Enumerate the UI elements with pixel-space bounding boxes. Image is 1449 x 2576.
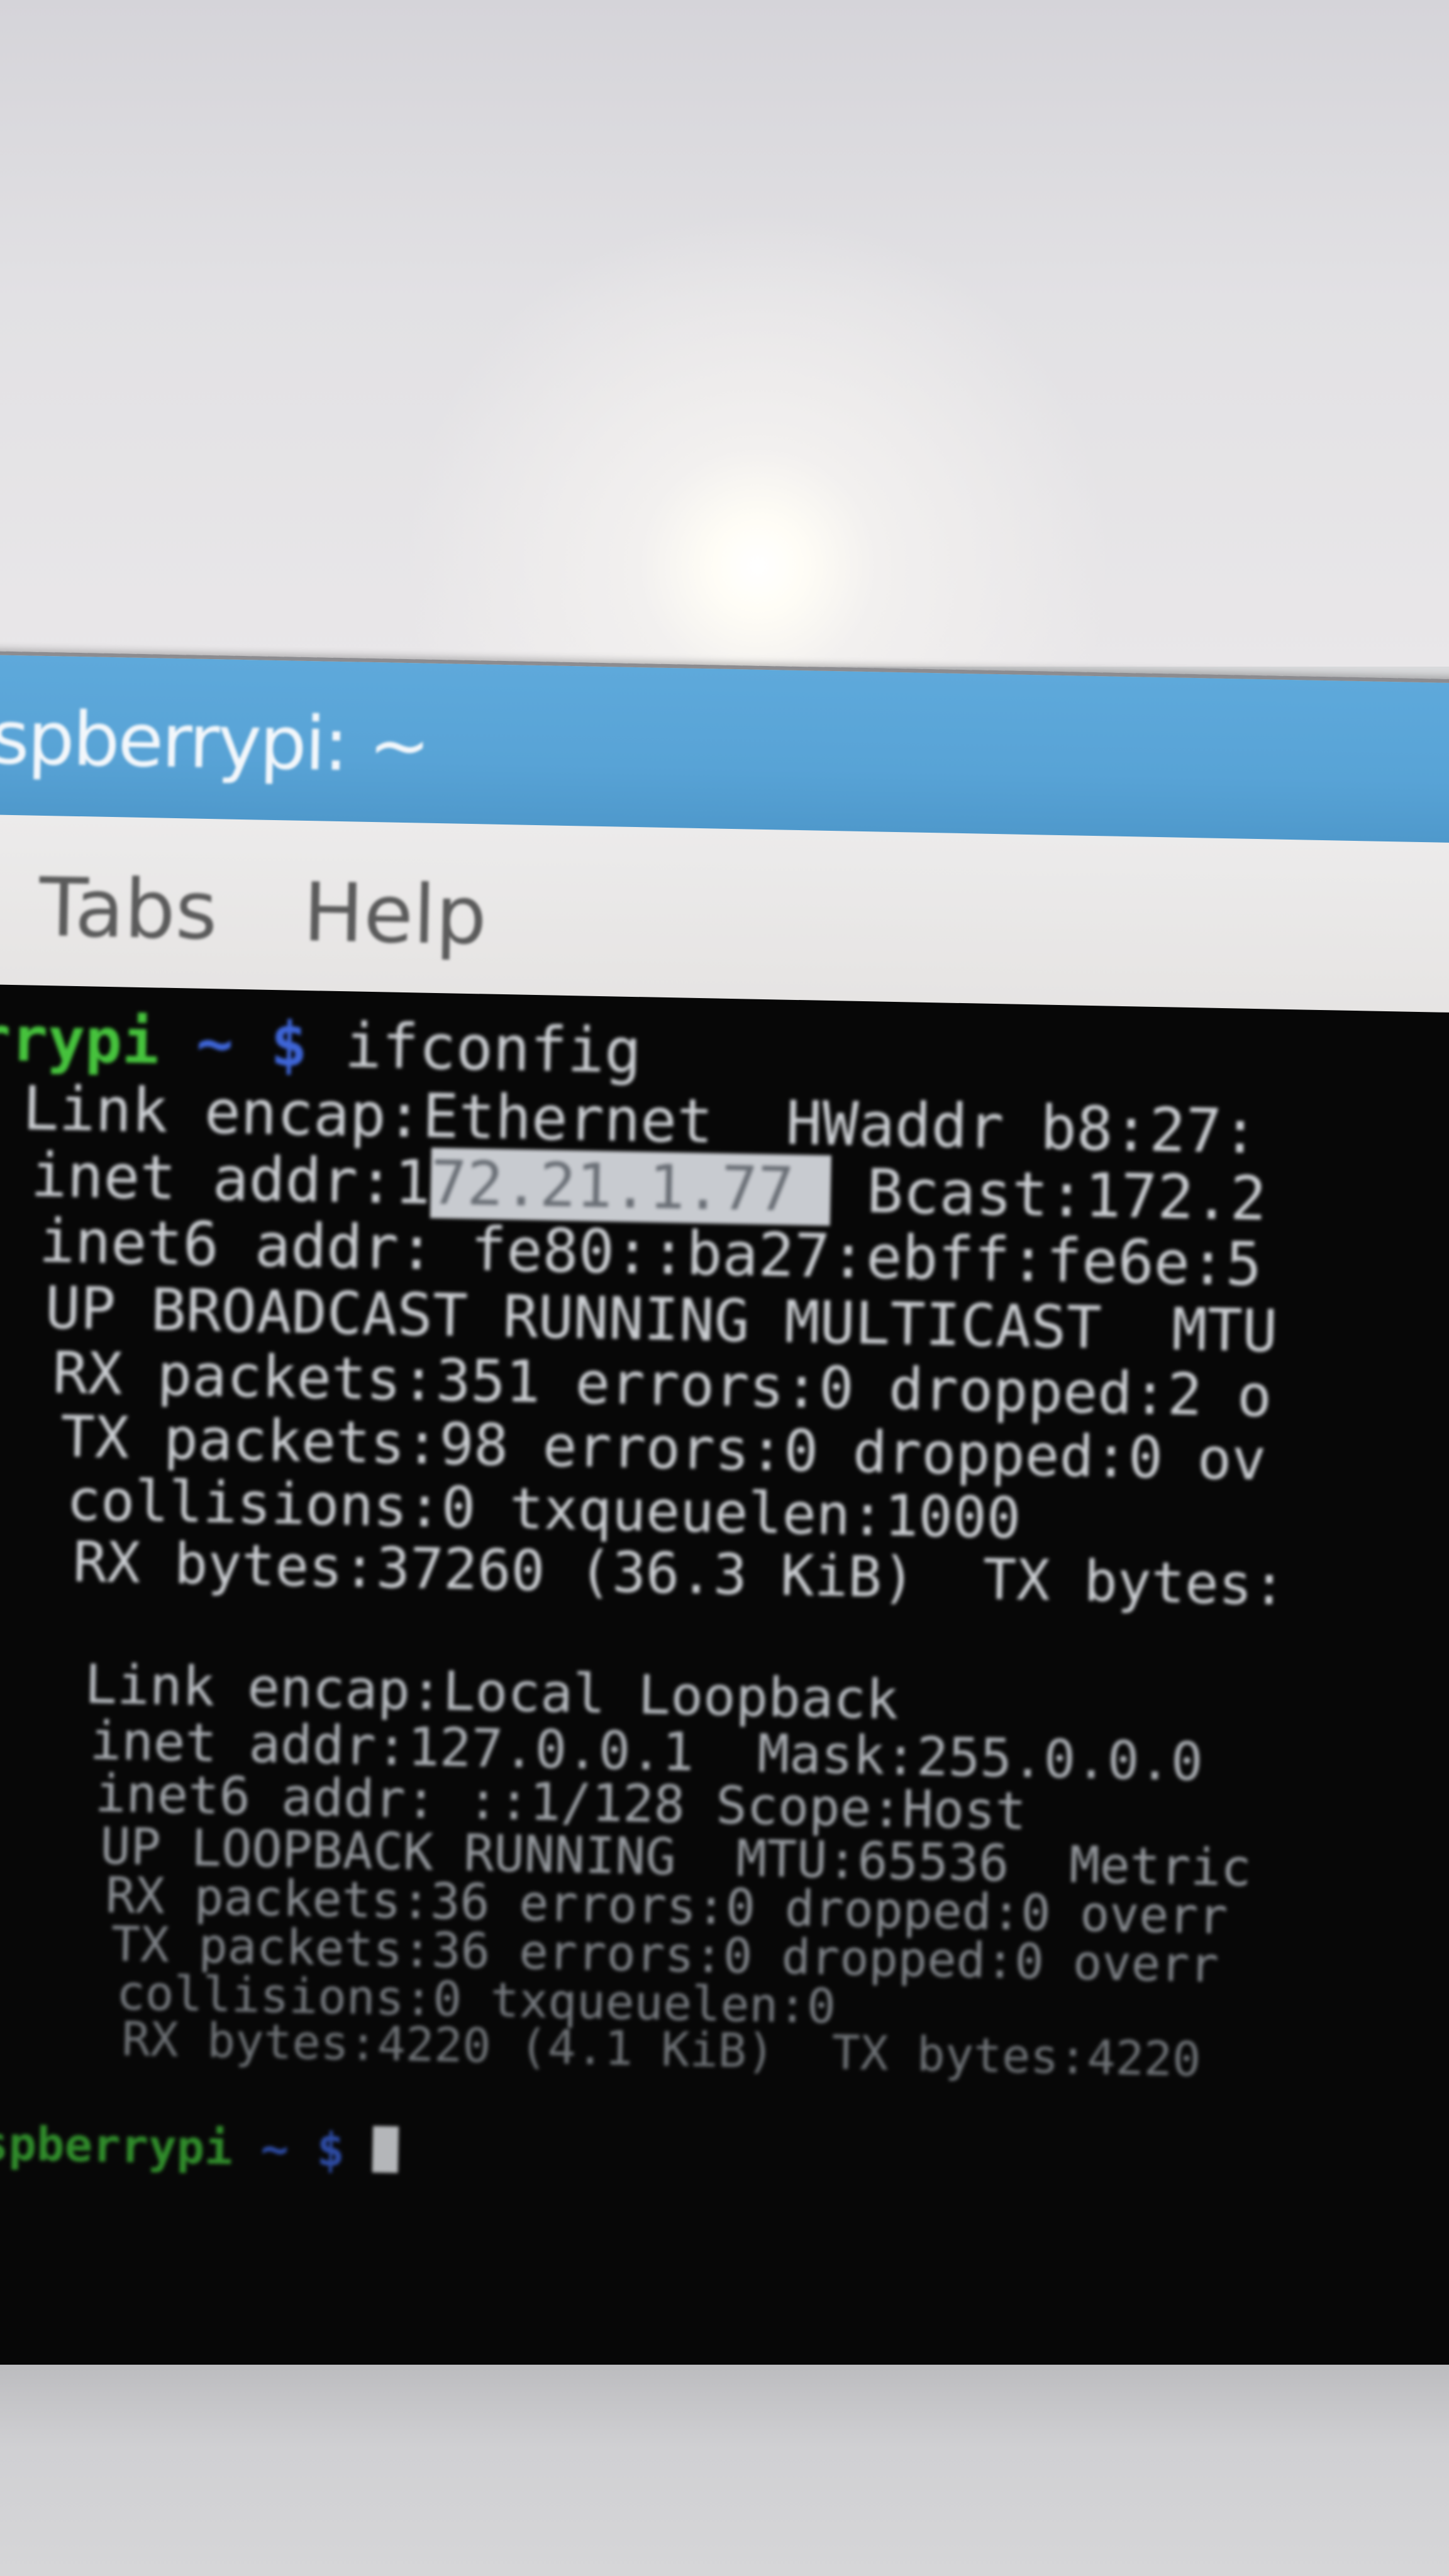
terminal-text: rrypi ~ $ ifconfig Link encap:Ethernet H… — [0, 997, 1449, 2178]
inet-label: inet addr:1 — [30, 1140, 431, 1218]
prompt-user: aspberrypi — [0, 2116, 233, 2176]
menu-bar: Tabs Help — [0, 814, 1449, 1013]
output-line: RX bytes:37260 (36.3 KiB) TX bytes: — [72, 1529, 1287, 1618]
command-text: ifconfig — [306, 1009, 643, 1088]
prompt-line: aspberrypi ~ $ — [0, 2116, 399, 2179]
selected-ip[interactable]: 72.21.1.77 — [430, 1147, 831, 1226]
window-titlebar[interactable]: spberrypi: ~ — [0, 651, 1449, 848]
terminal-output[interactable]: rrypi ~ $ ifconfig Link encap:Ethernet H… — [0, 984, 1449, 2403]
menu-item-help[interactable]: Help — [303, 866, 488, 963]
desk-surface — [0, 2365, 1449, 2576]
prompt-path: ~ $ — [158, 1006, 309, 1082]
menu-item-tabs[interactable]: Tabs — [38, 861, 218, 958]
output-line: RX bytes:4220 (4.1 KiB) TX bytes:4220 — [121, 2011, 1202, 2087]
prompt-user: rrypi — [0, 1002, 160, 1079]
window-title: spberrypi: ~ — [0, 694, 430, 789]
prompt-path: ~ $ — [232, 2121, 374, 2179]
photo-stage: spberrypi: ~ Tabs Help rrypi ~ $ ifconfi… — [0, 0, 1449, 2576]
terminal-window: spberrypi: ~ Tabs Help rrypi ~ $ ifconfi… — [0, 651, 1449, 2416]
bcast-text: Bcast:172.2 — [830, 1155, 1267, 1235]
text-cursor — [372, 2126, 399, 2174]
monitor-glare-area — [0, 0, 1449, 667]
